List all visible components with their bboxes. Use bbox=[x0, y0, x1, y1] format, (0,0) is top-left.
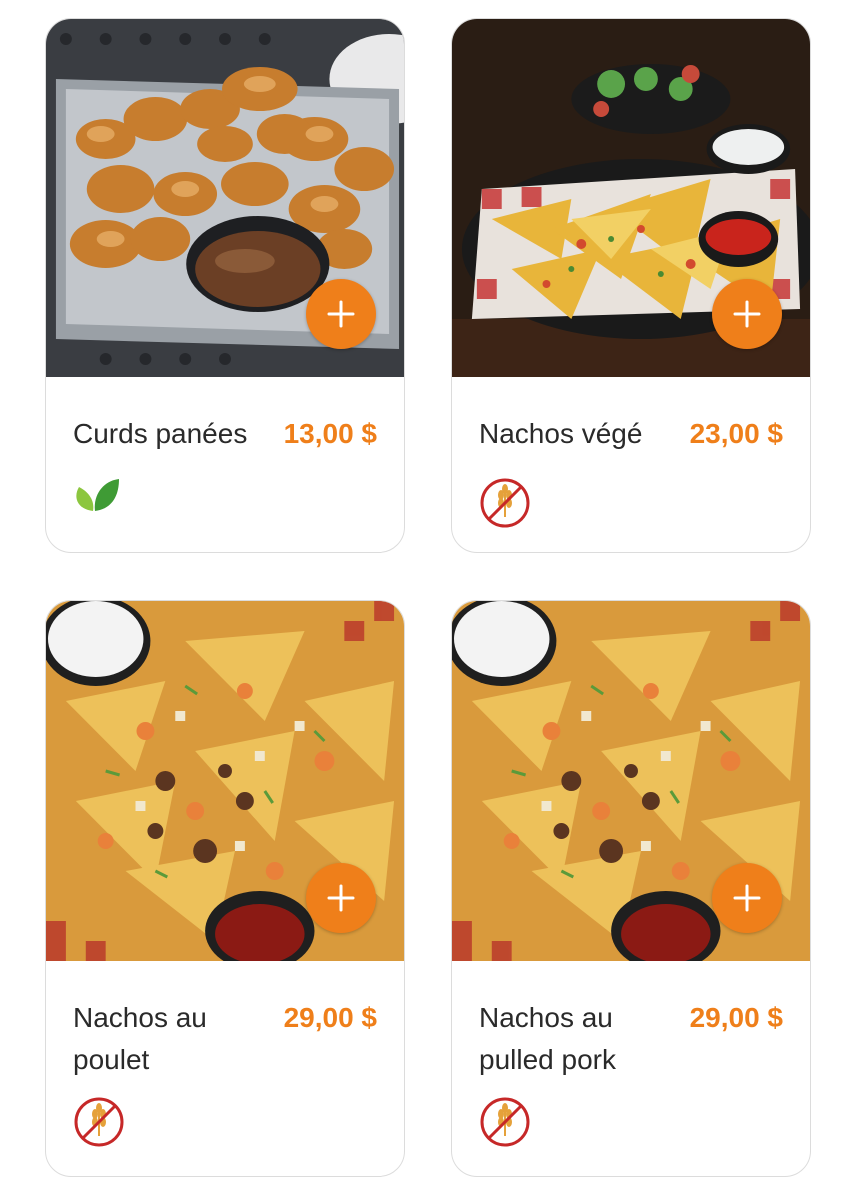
gluten-free-icon bbox=[479, 1096, 531, 1148]
product-price: 29,00 $ bbox=[689, 1002, 783, 1033]
plus-icon bbox=[733, 884, 761, 912]
product-photo[interactable] bbox=[46, 601, 404, 961]
plus-icon bbox=[327, 300, 355, 328]
plus-icon bbox=[733, 300, 761, 328]
product-price: 13,00 $ bbox=[283, 418, 377, 449]
product-card[interactable]: Curds panées 13,00 $ bbox=[45, 18, 405, 553]
product-price: 23,00 $ bbox=[689, 418, 783, 449]
vegetarian-leaf-icon bbox=[73, 477, 121, 513]
product-photo[interactable] bbox=[452, 601, 810, 961]
product-name: Nachos au pulled pork bbox=[479, 1002, 616, 1075]
plus-icon bbox=[327, 884, 355, 912]
add-to-cart-button[interactable] bbox=[712, 279, 782, 349]
add-to-cart-button[interactable] bbox=[306, 863, 376, 933]
product-name: Curds panées bbox=[73, 418, 248, 449]
add-to-cart-button[interactable] bbox=[712, 863, 782, 933]
product-photo[interactable] bbox=[46, 19, 404, 377]
product-name: Nachos au poulet bbox=[73, 1002, 207, 1075]
product-photo[interactable] bbox=[452, 19, 810, 377]
gluten-free-icon bbox=[479, 477, 531, 529]
product-card[interactable]: Nachos au pulled pork 29,00 $ bbox=[451, 600, 811, 1177]
product-card[interactable]: Nachos végé 23,00 $ bbox=[451, 18, 811, 553]
product-price: 29,00 $ bbox=[283, 1002, 377, 1033]
product-name: Nachos végé bbox=[479, 418, 643, 449]
add-to-cart-button[interactable] bbox=[306, 279, 376, 349]
product-card[interactable]: Nachos au poulet 29,00 $ bbox=[45, 600, 405, 1177]
gluten-free-icon bbox=[73, 1096, 125, 1148]
